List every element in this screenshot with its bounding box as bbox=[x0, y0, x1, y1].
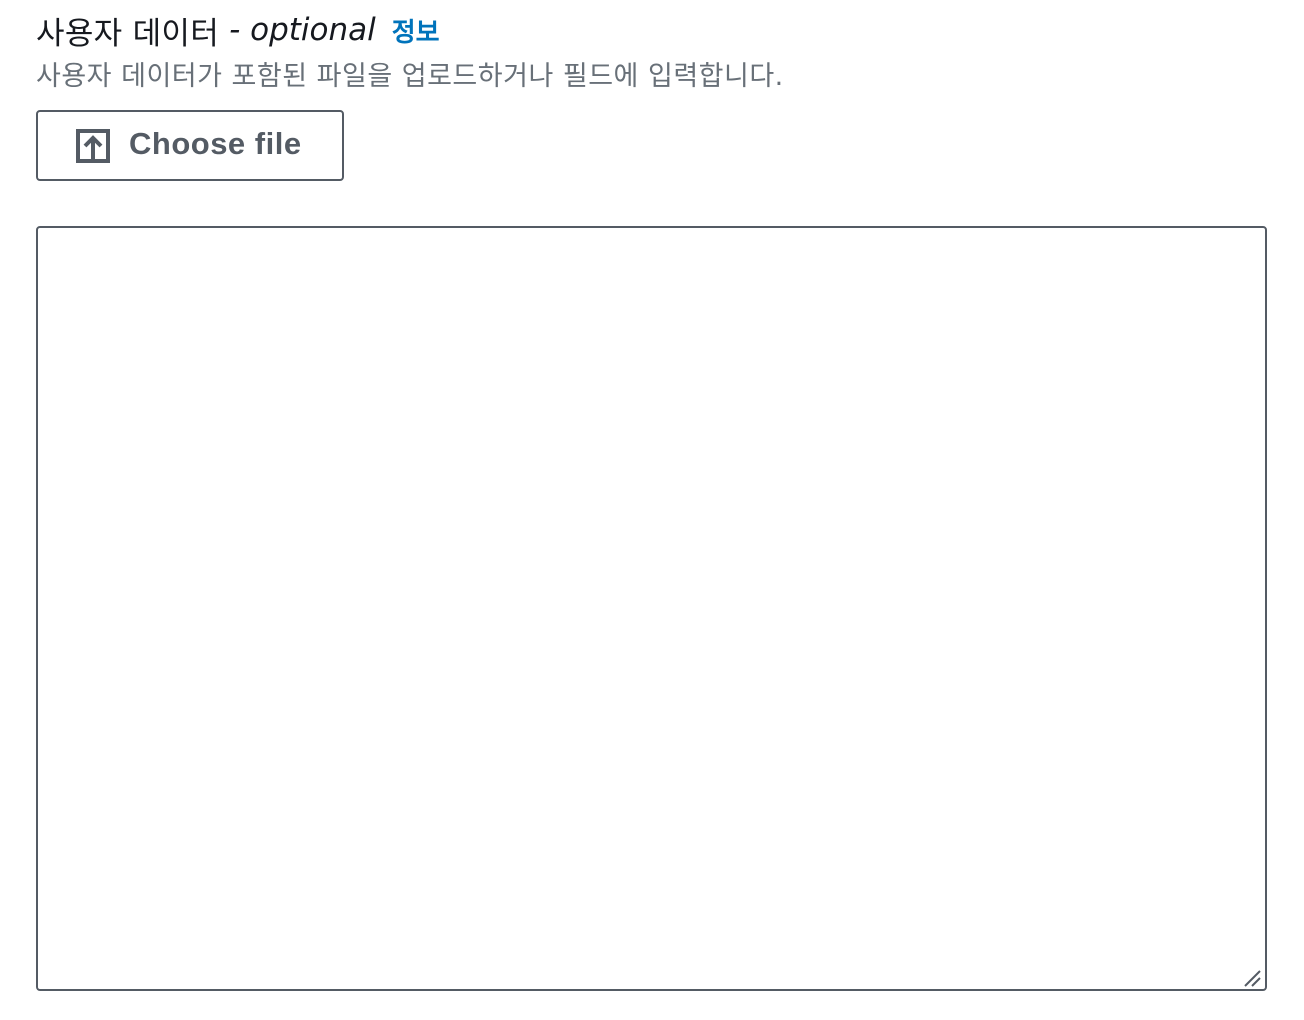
field-label: 사용자 데이터 bbox=[36, 15, 220, 52]
user-data-textarea[interactable] bbox=[36, 226, 1267, 991]
field-label-row: 사용자 데이터 - optional 정보 bbox=[36, 10, 440, 52]
choose-file-label: Choose file bbox=[129, 126, 302, 161]
choose-file-button[interactable]: Choose file bbox=[36, 110, 344, 181]
resize-handle-icon[interactable] bbox=[1243, 969, 1261, 987]
optional-tag: - optional bbox=[229, 12, 376, 48]
field-description: 사용자 데이터가 포함된 파일을 업로드하거나 필드에 입력합니다. bbox=[36, 61, 784, 92]
info-link[interactable]: 정보 bbox=[392, 12, 440, 49]
user-data-textarea-container bbox=[36, 226, 1267, 991]
upload-icon bbox=[76, 129, 110, 163]
